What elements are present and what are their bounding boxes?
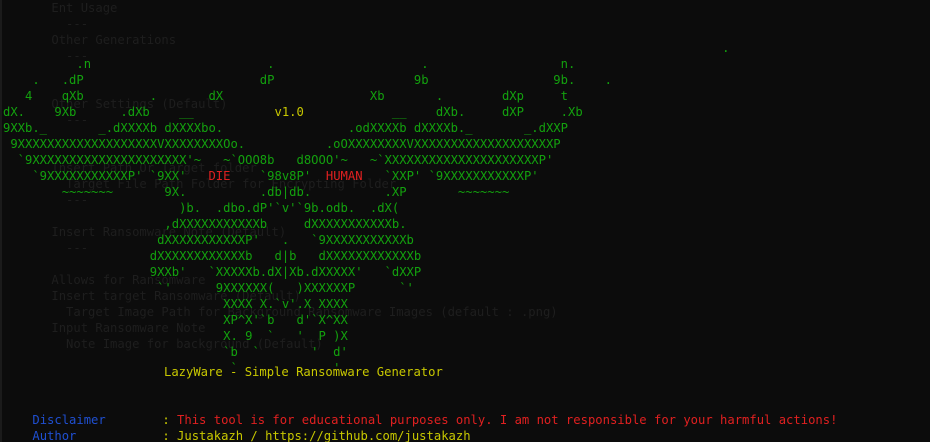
author-separator: : [162, 429, 170, 442]
human-label: HUMAN [325, 169, 363, 183]
tool-tagline: LazyWare - Simple Ransomware Generator [164, 365, 443, 379]
author-text: Justakazh / https://github.com/justakazh [177, 429, 471, 442]
author-label: Author [32, 429, 77, 442]
version-label: v1.0 [274, 105, 304, 119]
ascii-banner-art: . .n . . n. . .dP dP 9b 9b. . 4 qXb . dX [3, 41, 730, 375]
terminal-window[interactable]: Ent Usage --- Other Generations --- Othe… [0, 0, 930, 442]
author-row: Author: Justakazh / https://github.com/j… [3, 412, 471, 442]
die-label: DIE [208, 169, 231, 183]
